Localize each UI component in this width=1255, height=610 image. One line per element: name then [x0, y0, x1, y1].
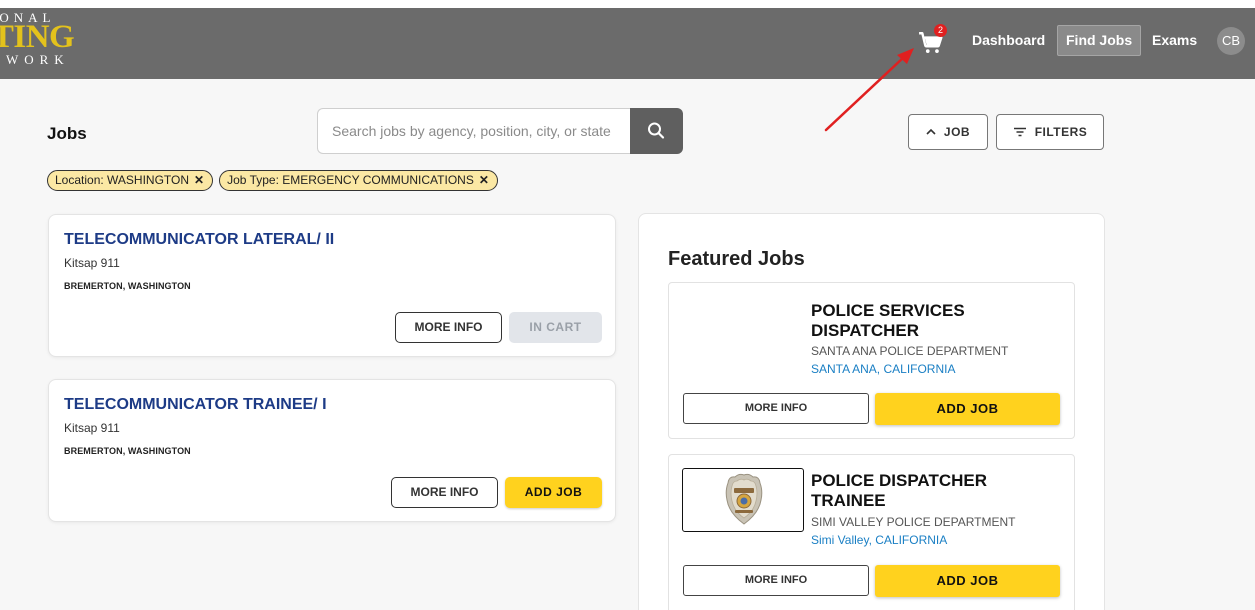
close-icon[interactable]: ✕: [479, 171, 489, 190]
page: IONAL STING TWORK 2 Dashboard Find Jobs …: [0, 0, 1255, 610]
add-job-button[interactable]: ADD JOB: [875, 565, 1060, 597]
featured-job-card: POLICE DISPATCHER TRAINEE SIMI VALLEY PO…: [668, 454, 1075, 610]
featured-job-agency: SIMI VALLEY POLICE DEPARTMENT: [811, 515, 1016, 529]
featured-job-agency: SANTA ANA POLICE DEPARTMENT: [811, 344, 1009, 358]
nav-exams[interactable]: Exams: [1144, 25, 1205, 56]
search-button[interactable]: [630, 108, 683, 154]
job-title[interactable]: TELECOMMUNICATOR TRAINEE/ I: [64, 396, 327, 414]
featured-heading: Featured Jobs: [668, 248, 805, 270]
logo[interactable]: IONAL STING TWORK: [0, 10, 100, 72]
top-strip: [0, 0, 1255, 8]
police-badge-icon: [725, 473, 763, 525]
job-agency: Kitsap 911: [64, 256, 120, 270]
job-toggle-label: JOB: [943, 125, 971, 139]
active-filters: Location: WASHINGTON ✕ Job Type: EMERGEN…: [47, 170, 498, 191]
filter-chip-job-type: Job Type: EMERGENCY COMMUNICATIONS ✕: [219, 170, 498, 191]
job-title[interactable]: TELECOMMUNICATOR LATERAL/ II: [64, 231, 334, 249]
featured-jobs-panel: Featured Jobs POLICE SERVICES DISPATCHER…: [638, 213, 1105, 610]
header-bar: IONAL STING TWORK 2 Dashboard Find Jobs …: [0, 8, 1255, 79]
job-card: TELECOMMUNICATOR TRAINEE/ I Kitsap 911 B…: [48, 379, 616, 522]
add-job-button[interactable]: ADD JOB: [505, 477, 602, 508]
page-title: Jobs: [47, 124, 87, 143]
filter-chip-location: Location: WASHINGTON ✕: [47, 170, 214, 191]
featured-job-location[interactable]: Simi Valley, CALIFORNIA: [811, 533, 947, 547]
featured-job-title[interactable]: POLICE SERVICES DISPATCHER: [811, 301, 1051, 341]
close-icon[interactable]: ✕: [194, 171, 204, 190]
job-location: BREMERTON, WASHINGTON: [64, 446, 191, 456]
agency-logo: [682, 468, 804, 532]
more-info-button[interactable]: MORE INFO: [391, 477, 498, 508]
cart-count-badge: 2: [934, 24, 947, 37]
nav-find-jobs[interactable]: Find Jobs: [1057, 25, 1142, 56]
add-job-button[interactable]: ADD JOB: [875, 393, 1060, 425]
nav-dashboard[interactable]: Dashboard: [964, 25, 1053, 56]
chevron-up-icon: [926, 128, 936, 135]
search-input[interactable]: [317, 108, 631, 154]
featured-job-card: POLICE SERVICES DISPATCHER SANTA ANA POL…: [668, 282, 1075, 439]
more-info-button[interactable]: MORE INFO: [683, 565, 869, 596]
user-avatar[interactable]: CB: [1217, 27, 1245, 55]
job-agency: Kitsap 911: [64, 421, 120, 435]
logo-line-2: STING: [0, 19, 75, 55]
filters-label: FILTERS: [1034, 125, 1088, 139]
logo-line-3: TWORK: [0, 52, 70, 67]
in-cart-button: IN CART: [509, 312, 602, 343]
filter-chip-label: Location: WASHINGTON: [55, 173, 190, 187]
more-info-button[interactable]: MORE INFO: [395, 312, 502, 343]
featured-job-location[interactable]: SANTA ANA, CALIFORNIA: [811, 362, 955, 376]
featured-job-title[interactable]: POLICE DISPATCHER TRAINEE: [811, 471, 1051, 511]
job-location: BREMERTON, WASHINGTON: [64, 281, 191, 291]
filters-button[interactable]: FILTERS: [996, 114, 1104, 150]
job-card: TELECOMMUNICATOR LATERAL/ II Kitsap 911 …: [48, 214, 616, 357]
filter-icon: [1013, 127, 1026, 137]
more-info-button[interactable]: MORE INFO: [683, 393, 869, 424]
search-icon: [648, 122, 665, 139]
job-toggle-button[interactable]: JOB: [908, 114, 988, 150]
filter-chip-label: Job Type: EMERGENCY COMMUNICATIONS: [227, 173, 474, 187]
